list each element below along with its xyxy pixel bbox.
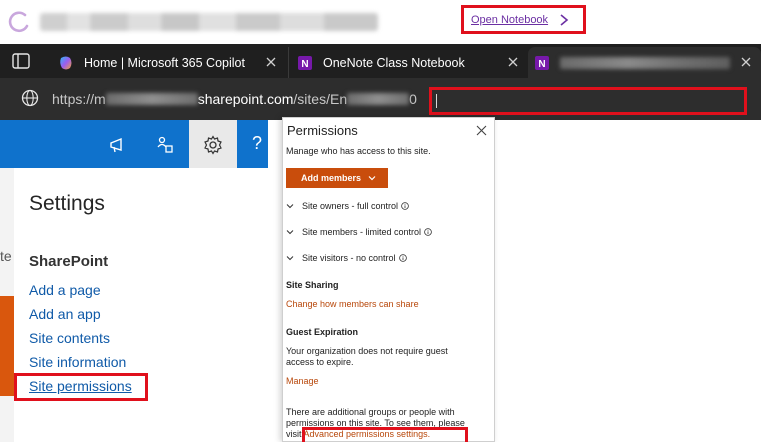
tab-label: Home | Microsoft 365 Copilot xyxy=(84,55,245,70)
url-domain: sharepoint.com xyxy=(197,91,294,107)
settings-button[interactable] xyxy=(189,120,237,168)
info-icon[interactable] xyxy=(398,254,407,262)
url-prefix: m xyxy=(94,91,106,107)
manage-link[interactable]: Manage xyxy=(286,376,319,386)
add-a-page-link[interactable]: Add a page xyxy=(29,282,101,298)
copilot-icon xyxy=(60,56,72,69)
group-site-members[interactable]: Site members - limited control xyxy=(286,225,432,239)
help-icon[interactable]: ? xyxy=(252,133,262,154)
panel-subtitle: Manage who has access to this site. xyxy=(286,146,431,156)
group-label: Site visitors - no control xyxy=(302,253,396,263)
add-an-app-link[interactable]: Add an app xyxy=(29,306,101,322)
tab-active-redacted[interactable]: N xyxy=(528,47,761,78)
tab-title-redacted xyxy=(560,56,730,69)
url-path: /sites/En xyxy=(293,91,348,107)
notebook-title-redacted xyxy=(40,13,378,31)
group-site-visitors[interactable]: Site visitors - no control xyxy=(286,251,407,265)
open-notebook-label: Open Notebook xyxy=(471,13,549,26)
tab-label: OneNote Class Notebook xyxy=(323,55,465,70)
megaphone-icon[interactable] xyxy=(108,135,128,155)
info-icon[interactable] xyxy=(401,202,409,210)
url-redacted-1 xyxy=(105,93,198,105)
clipped-nav-text: te xyxy=(0,248,12,264)
close-icon[interactable] xyxy=(476,125,487,136)
browser-address-bar: https:// m sharepoint.com /sites/En 0 xyxy=(0,78,761,120)
gear-icon xyxy=(204,135,222,155)
onenote-icon: N xyxy=(298,55,312,70)
advanced-permissions-highlight-box xyxy=(302,427,468,442)
change-sharing-link[interactable]: Change how members can share xyxy=(286,299,419,309)
group-site-owners[interactable]: Site owners - full control xyxy=(286,199,409,213)
sharepoint-heading: SharePoint xyxy=(29,253,109,270)
chevron-down-icon xyxy=(286,204,294,209)
onenote-logo-icon xyxy=(8,11,29,33)
onenote-icon: N xyxy=(535,55,549,70)
svg-text:N: N xyxy=(538,59,545,70)
close-tab-icon[interactable] xyxy=(739,55,753,69)
chevron-right-icon xyxy=(560,13,569,26)
url-scheme: https:// xyxy=(52,91,95,107)
site-contents-link[interactable]: Site contents xyxy=(29,330,110,346)
settings-title: Settings xyxy=(29,192,105,215)
info-icon[interactable] xyxy=(424,228,432,236)
url-highlight-box xyxy=(429,87,747,115)
guest-expiration-text: Your organization does not require guest… xyxy=(286,346,448,367)
site-information-link[interactable]: Site information xyxy=(29,354,126,370)
browser-tab-bar: Home | Microsoft 365 Copilot N OneNote C… xyxy=(0,44,761,78)
open-notebook-button[interactable]: Open Notebook xyxy=(461,5,586,34)
site-permissions-highlight-box xyxy=(14,373,148,401)
suite-bar: ? xyxy=(0,120,268,168)
svg-text:N: N xyxy=(301,59,308,70)
guest-expiration-heading: Guest Expiration xyxy=(286,327,359,337)
tab-actions-icon[interactable] xyxy=(12,53,30,69)
group-label: Site owners - full control xyxy=(302,201,399,211)
chevron-down-icon xyxy=(286,230,294,235)
chevron-down-icon xyxy=(286,256,294,261)
add-members-button[interactable]: Add members xyxy=(286,168,388,188)
onenote-top-strip: Open Notebook xyxy=(0,0,761,44)
globe-icon[interactable] xyxy=(21,89,39,107)
url-trailing: 0 xyxy=(409,91,417,107)
url-redacted-2 xyxy=(347,93,410,105)
text-cursor xyxy=(436,94,437,108)
site-sharing-heading: Site Sharing xyxy=(286,280,339,290)
close-tab-icon[interactable] xyxy=(264,55,278,69)
orange-accent-bar xyxy=(0,296,14,396)
close-tab-icon[interactable] xyxy=(506,55,520,69)
panel-title: Permissions xyxy=(287,123,358,138)
tab-onenote-class-notebook[interactable]: N OneNote Class Notebook xyxy=(288,47,528,78)
people-icon[interactable] xyxy=(155,135,175,155)
chevron-down-icon xyxy=(368,176,376,181)
tab-microsoft-365-copilot[interactable]: Home | Microsoft 365 Copilot xyxy=(48,47,286,78)
add-members-label: Add members xyxy=(301,173,362,183)
group-label: Site members - limited control xyxy=(302,227,422,237)
permissions-panel: Permissions Manage who has access to thi… xyxy=(282,117,495,442)
